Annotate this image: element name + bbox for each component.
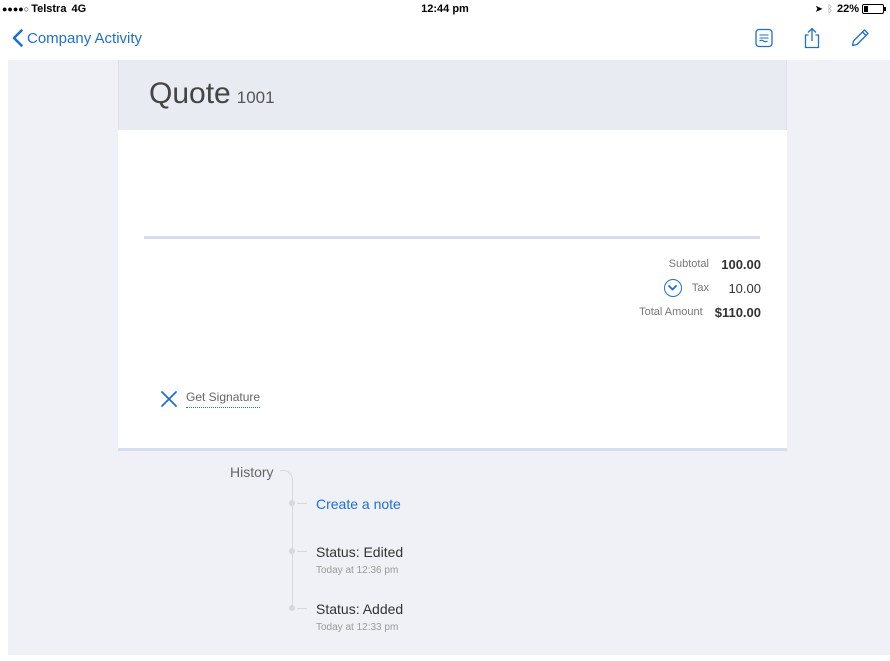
quote-header: Quote 1001 — [118, 60, 787, 130]
tax-value: 10.00 — [728, 280, 761, 296]
back-button-label: Company Activity — [27, 29, 143, 47]
quote-title: Quote 1001 — [149, 77, 275, 111]
location-arrow-icon: ➤ — [814, 3, 823, 15]
quote-body: Subtotal 100.00 Tax 10.00 Total Amount $… — [118, 130, 787, 451]
nav-actions — [728, 26, 872, 50]
chevron-down-icon — [668, 285, 678, 291]
total-amount-label: Total Amount — [639, 306, 703, 318]
subtotal-value: 100.00 — [721, 256, 761, 272]
share-button[interactable] — [800, 26, 824, 50]
history-item-title: Status: Edited — [316, 544, 404, 560]
battery-icon — [862, 4, 886, 14]
history-item: Status: Edited Today at 12:36 pm — [289, 544, 403, 576]
timeline-dash — [297, 503, 307, 504]
history-item: Status: Added Today at 12:33 pm — [289, 601, 403, 633]
total-row: Total Amount $110.00 — [639, 300, 761, 324]
subtotal-label: Subtotal — [668, 258, 709, 270]
tax-row: Tax 10.00 — [639, 276, 761, 300]
create-note-link[interactable]: Create a note — [316, 496, 401, 512]
share-icon — [804, 27, 820, 49]
get-signature-button[interactable]: Get Signature — [160, 390, 261, 408]
status-bar: ●●●●○ Telstra 4G 12:44 pm ➤ ᛒ 22% — [0, 0, 890, 18]
navigation-bar: Company Activity — [0, 18, 890, 60]
notes-button[interactable] — [752, 26, 776, 50]
bluetooth-icon: ᛒ — [826, 3, 833, 15]
tax-label: Tax — [691, 282, 709, 294]
history-item-title: Status: Added — [316, 601, 404, 617]
subtotal-row: Subtotal 100.00 — [639, 252, 761, 276]
timeline-dot — [289, 605, 295, 611]
history-item-timestamp: Today at 12:33 pm — [316, 622, 399, 633]
window-left-edge — [0, 0, 8, 661]
status-right: ➤ ᛒ 22% — [814, 3, 886, 15]
window-bottom-edge — [0, 655, 890, 661]
history-label: History — [230, 464, 274, 480]
status-time: 12:44 pm — [421, 3, 469, 15]
history-item-create-note[interactable]: Create a note — [289, 496, 401, 512]
pencil-icon — [851, 29, 869, 47]
line-items-divider — [144, 236, 760, 239]
quote-number: 1001 — [236, 88, 275, 107]
get-signature-label: Get Signature — [186, 390, 261, 408]
quote-title-text: Quote — [149, 77, 231, 110]
close-x-icon — [161, 391, 177, 407]
tax-expand-button[interactable] — [663, 279, 682, 297]
note-icon — [755, 28, 773, 48]
back-button[interactable]: Company Activity — [12, 29, 142, 47]
chevron-left-icon — [12, 29, 23, 47]
battery-percent: 22% — [836, 3, 859, 15]
total-amount-value: $110.00 — [714, 304, 761, 320]
timeline-dash — [297, 551, 307, 552]
totals-section: Subtotal 100.00 Tax 10.00 Total Amount $… — [639, 252, 761, 324]
timeline-dot — [289, 500, 295, 506]
history-item-timestamp: Today at 12:36 pm — [316, 565, 399, 576]
timeline-dot — [289, 548, 295, 554]
edit-button[interactable] — [848, 26, 872, 50]
timeline-dash — [297, 608, 307, 609]
